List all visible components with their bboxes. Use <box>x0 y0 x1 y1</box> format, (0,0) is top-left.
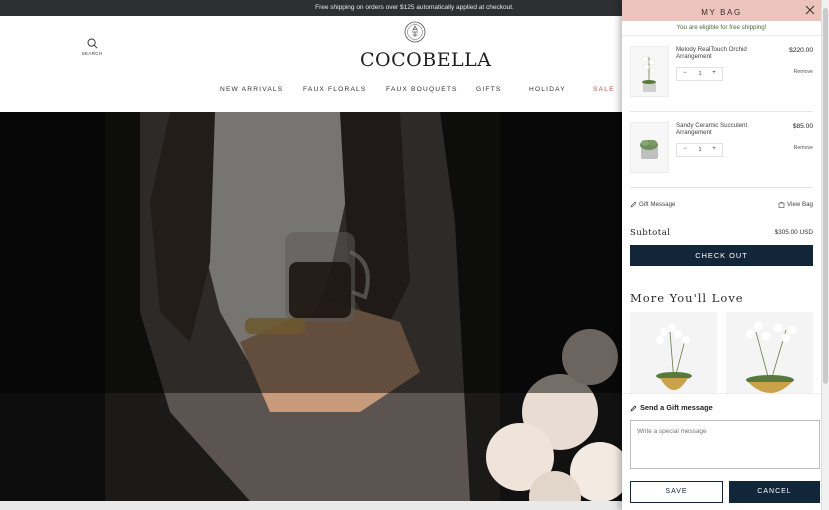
promo-text: Free shipping on orders over $125 automa… <box>315 4 514 11</box>
item-price: $220.00 <box>789 47 813 54</box>
hero-image <box>0 112 622 501</box>
remove-item-button[interactable]: Remove <box>794 145 813 151</box>
subtotal-label: Subtotal <box>630 228 671 238</box>
drawer-scrollbar[interactable] <box>821 0 829 400</box>
succulent-image <box>640 140 658 159</box>
panel-scrollbar[interactable] <box>821 400 829 510</box>
increase-quantity-button[interactable]: + <box>711 70 717 76</box>
cancel-button[interactable]: CANCEL <box>729 481 820 503</box>
site-logo[interactable]: COCOBELLA <box>360 49 491 71</box>
hero-illustration <box>0 112 622 501</box>
gift-panel-title: Send a Gift message <box>630 403 713 412</box>
cart-header: MY BAG <box>622 0 821 21</box>
search-button[interactable]: SEARCH <box>80 38 104 56</box>
view-bag-label: View Bag <box>786 201 813 209</box>
nav-gifts[interactable]: GIFTS <box>476 86 501 93</box>
gift-panel-title-text: Send a Gift message <box>640 403 713 412</box>
logo-emblem-icon <box>404 21 426 43</box>
save-button[interactable]: SAVE <box>630 481 723 503</box>
close-icon[interactable] <box>805 5 815 15</box>
view-bag-link[interactable]: View Bag <box>778 201 813 208</box>
page: Free shipping on orders over $125 automa… <box>0 0 829 510</box>
decrease-quantity-button[interactable]: − <box>682 146 688 152</box>
orchid-image <box>641 55 657 92</box>
cart-title: MY BAG <box>701 8 742 17</box>
recommended-product[interactable] <box>630 312 717 398</box>
quantity-stepper: − 1 + <box>676 143 723 157</box>
product-image[interactable] <box>630 122 669 173</box>
pencil-icon <box>630 405 637 412</box>
increase-quantity-button[interactable]: + <box>711 146 717 152</box>
gift-message-row: Gift Message View Bag <box>630 201 813 211</box>
footer-strip <box>0 501 622 510</box>
product-image[interactable] <box>630 46 669 97</box>
search-label: SEARCH <box>81 51 103 56</box>
recommended-product[interactable] <box>726 312 813 398</box>
gift-message-panel: Send a Gift message SAVE CANCEL <box>622 393 821 510</box>
quantity-stepper: − 1 + <box>676 67 723 81</box>
orchid-gold-bowl-image <box>745 321 797 393</box>
quantity-value[interactable]: 1 <box>695 147 705 153</box>
item-divider <box>630 111 813 112</box>
bag-icon <box>778 201 785 208</box>
nav-holiday[interactable]: HOLIDAY <box>529 86 566 93</box>
item-price: $85.00 <box>792 123 813 130</box>
remove-item-button[interactable]: Remove <box>794 69 813 75</box>
item-divider <box>630 187 813 188</box>
nav-faux-bouquets[interactable]: FAUX BOUQUETS <box>386 86 458 93</box>
checkout-button[interactable]: CHECK OUT <box>630 245 813 266</box>
item-name[interactable]: Melody RealTouch Orchid Arrangement <box>676 46 766 61</box>
gift-message-link[interactable]: Gift Message <box>630 201 675 208</box>
gift-message-input[interactable] <box>630 420 820 469</box>
more-you-love-title: More You'll Love <box>630 291 744 305</box>
subtotal-value: $305.00 USD <box>774 229 813 236</box>
nav-new-arrivals[interactable]: NEW ARRIVALS <box>220 86 283 93</box>
quantity-value[interactable]: 1 <box>695 71 705 77</box>
nav-sale[interactable]: SALE <box>593 86 615 93</box>
gift-message-label: Gift Message <box>639 201 676 209</box>
decrease-quantity-button[interactable]: − <box>682 70 688 76</box>
scrollbar-thumb[interactable] <box>823 8 828 384</box>
item-name[interactable]: Sandy Ceramic Succulent Arrangement <box>676 122 766 137</box>
search-icon <box>87 38 98 49</box>
orchid-gold-pot-image <box>656 324 692 390</box>
pencil-icon <box>630 201 637 208</box>
free-shipping-notice: You are eligible for free shipping! <box>622 21 821 36</box>
nav-faux-florals[interactable]: FAUX FLORALS <box>303 86 367 93</box>
